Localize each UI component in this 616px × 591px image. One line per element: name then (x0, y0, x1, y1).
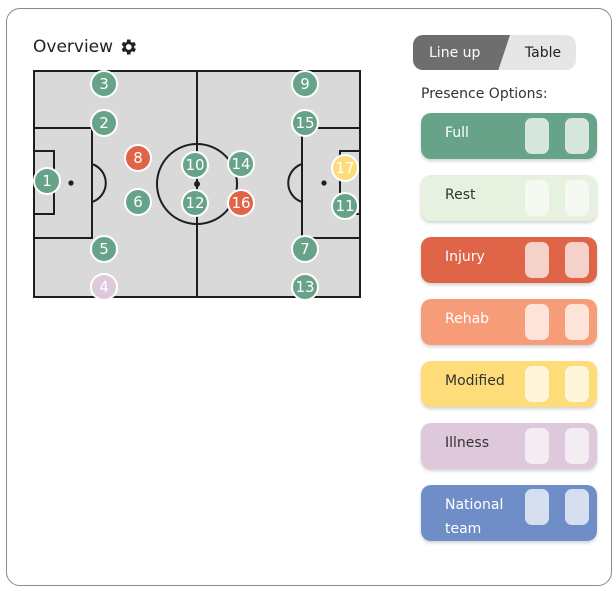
presence-slot[interactable] (525, 366, 549, 402)
player-marker[interactable]: 1 (33, 167, 61, 195)
table-tab[interactable]: Table (510, 35, 576, 70)
player-marker[interactable]: 5 (90, 235, 118, 263)
view-toggle: Line up Table (413, 35, 576, 70)
pitch: 3 2 1 8 6 5 4 10 12 14 16 9 15 17 11 7 1… (33, 70, 361, 301)
player-marker[interactable]: 4 (90, 273, 118, 301)
presence-option-label: Rest (445, 187, 476, 203)
presence-slot[interactable] (525, 304, 549, 340)
presence-option-injury[interactable]: Injury (421, 237, 597, 283)
player-marker[interactable]: 12 (181, 189, 209, 217)
overview-header: Overview (33, 37, 138, 57)
presence-option-national-team[interactable]: National team (421, 485, 597, 541)
gear-icon[interactable] (118, 37, 138, 57)
presence-option-label: Full (445, 125, 469, 141)
player-marker[interactable]: 7 (291, 235, 319, 263)
presence-options-label: Presence Options: (421, 86, 548, 102)
player-marker[interactable]: 2 (90, 109, 118, 137)
presence-slot[interactable] (565, 428, 589, 464)
player-marker[interactable]: 9 (291, 70, 319, 98)
presence-slot[interactable] (565, 180, 589, 216)
player-marker[interactable]: 16 (227, 189, 255, 217)
presence-option-label: National team (445, 497, 504, 537)
page-title: Overview (33, 37, 114, 57)
player-marker[interactable]: 15 (291, 109, 319, 137)
presence-option-rest[interactable]: Rest (421, 175, 597, 221)
player-marker[interactable]: 10 (181, 151, 209, 179)
presence-slot[interactable] (525, 428, 549, 464)
presence-slot[interactable] (565, 366, 589, 402)
presence-slot[interactable] (525, 489, 549, 525)
presence-slot[interactable] (565, 304, 589, 340)
lineup-tab[interactable]: Line up (413, 35, 510, 70)
presence-slot[interactable] (525, 180, 549, 216)
player-marker[interactable]: 8 (124, 144, 152, 172)
presence-slot[interactable] (525, 118, 549, 154)
presence-option-illness[interactable]: Illness (421, 423, 597, 469)
presence-option-full[interactable]: Full (421, 113, 597, 159)
presence-slot[interactable] (525, 242, 549, 278)
presence-slot[interactable] (565, 118, 589, 154)
pitch-markings (33, 70, 361, 298)
presence-option-label: Rehab (445, 311, 490, 327)
presence-option-label: Modified (445, 373, 505, 389)
presence-slot[interactable] (565, 242, 589, 278)
presence-slot[interactable] (565, 489, 589, 525)
player-marker[interactable]: 6 (124, 188, 152, 216)
presence-option-label: Injury (445, 249, 485, 265)
player-marker[interactable]: 11 (331, 192, 359, 220)
player-marker[interactable]: 3 (90, 70, 118, 98)
player-marker[interactable]: 17 (331, 154, 359, 182)
presence-option-rehab[interactable]: Rehab (421, 299, 597, 345)
presence-option-label: Illness (445, 435, 489, 451)
presence-option-modified[interactable]: Modified (421, 361, 597, 407)
player-marker[interactable]: 13 (291, 273, 319, 301)
player-marker[interactable]: 14 (227, 150, 255, 178)
